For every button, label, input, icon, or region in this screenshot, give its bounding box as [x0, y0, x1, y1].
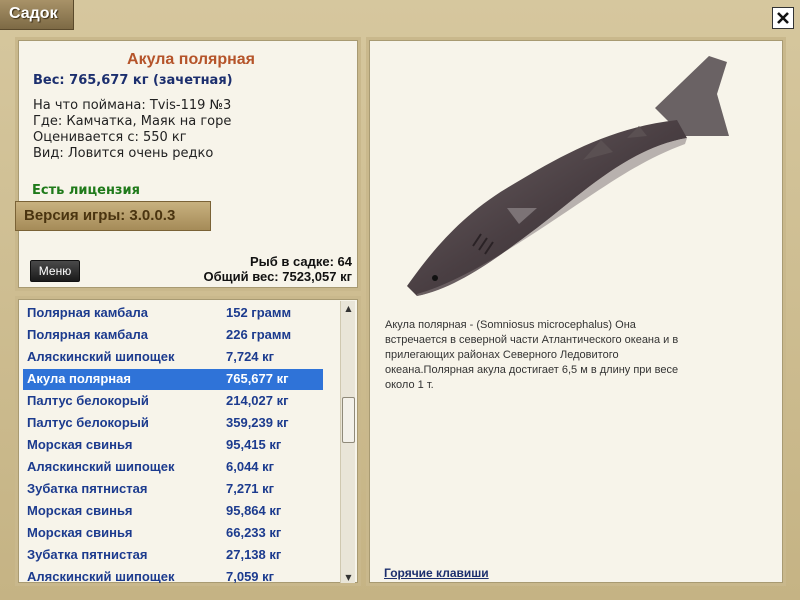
fish-row-weight: 214,027 кг: [226, 393, 289, 408]
fish-row-name: Морская свинья: [27, 503, 133, 518]
fish-row-weight: 7,724 кг: [226, 349, 275, 364]
fish-list-row[interactable]: Морская свинья 95,415 кг: [23, 435, 323, 456]
fish-title: Акула полярная: [127, 51, 255, 68]
fish-row-weight: 95,864 кг: [226, 503, 282, 518]
fish-row-weight: 7,059 кг: [226, 569, 275, 584]
fish-row-name: Аляскинский шипощек: [27, 459, 175, 474]
fish-row-name: Полярная камбала: [27, 305, 148, 320]
fish-row-name: Акула полярная: [27, 371, 131, 386]
description-line: Акула полярная - (Somniosus microcephalu…: [385, 319, 636, 331]
fish-row-name: Аляскинский шипощек: [27, 569, 175, 584]
fish-list-row[interactable]: Морская свинья 95,864 кг: [23, 501, 323, 522]
fish-description: Акула полярная - (Somniosus microcephalu…: [385, 318, 745, 393]
fish-row-weight: 6,044 кг: [226, 459, 275, 474]
fish-row-weight: 152 грамм: [226, 305, 292, 320]
fish-list-row[interactable]: Полярная камбала 152 грамм: [23, 303, 323, 324]
fish-detail-panel: Акула полярная - (Somniosus microcephalu…: [366, 37, 786, 586]
fish-row-name: Морская свинья: [27, 525, 133, 540]
list-scrollbar[interactable]: ▲ ▼: [340, 301, 356, 583]
fish-weight: Вес: 765,677 кг (зачетная): [33, 73, 233, 88]
fish-list-row[interactable]: Аляскинский шипощек 6,044 кг: [23, 457, 323, 478]
window-title: Садок: [0, 0, 74, 30]
fish-list-row[interactable]: Палтус белокорый 214,027 кг: [23, 391, 323, 412]
fish-row-weight: 7,271 кг: [226, 481, 275, 496]
hotkeys-link[interactable]: Горячие клавиши: [384, 566, 489, 580]
scroll-down-arrow-icon[interactable]: ▼: [341, 570, 356, 583]
scrollbar-thumb[interactable]: [342, 397, 355, 443]
license-status: Есть лицензия: [32, 183, 140, 198]
description-line: встречается в северной части Атлантическ…: [385, 334, 679, 346]
fish-list-row[interactable]: Аляскинский шипощек 7,724 кг: [23, 347, 323, 368]
fish-list-row[interactable]: Аляскинский шипощек 7,059 кг: [23, 567, 323, 584]
description-line: около 1 т.: [385, 379, 434, 391]
fish-list-row[interactable]: Зубатка пятнистая 7,271 кг: [23, 479, 323, 500]
fish-list-row[interactable]: Акула полярная 765,677 кг: [23, 369, 323, 390]
fish-row-name: Палтус белокорый: [27, 415, 149, 430]
fish-row-name: Зубатка пятнистая: [27, 547, 148, 562]
fish-row-name: Морская свинья: [27, 437, 133, 452]
description-line: океана.Полярная акула достигает 6,5 м в …: [385, 364, 679, 376]
fish-row-name: Зубатка пятнистая: [27, 481, 148, 496]
fish-row-name: Аляскинский шипощек: [27, 349, 175, 364]
menu-button[interactable]: Меню: [30, 260, 80, 282]
fish-list-row[interactable]: Зубатка пятнистая 27,138 кг: [23, 545, 323, 566]
catch-info-panel: Акула полярная Вес: 765,677 кг (зачетная…: [15, 37, 361, 291]
greenland-shark-image: [407, 56, 729, 296]
sadok-window: Садок Акула полярная Вес: 765,677 кг (за…: [0, 0, 800, 600]
fish-row-weight: 226 грамм: [226, 327, 292, 342]
fish-row-weight: 765,677 кг: [226, 371, 289, 386]
fish-list-row[interactable]: Морская свинья 66,233 кг: [23, 523, 323, 544]
fish-row-weight: 95,415 кг: [226, 437, 282, 452]
fish-row-name: Палтус белокорый: [27, 393, 149, 408]
close-icon: [777, 12, 789, 24]
close-button[interactable]: [772, 7, 794, 29]
fish-list-row[interactable]: Палтус белокорый 359,239 кг: [23, 413, 323, 434]
species-rarity: Вид: Ловится очень редко: [33, 146, 214, 161]
description-line: прилегающих районах Северного Ледовитого: [385, 349, 619, 361]
scroll-up-arrow-icon[interactable]: ▲: [341, 301, 356, 316]
fish-list-row[interactable]: Полярная камбала 226 грамм: [23, 325, 323, 346]
fish-count: Рыб в садке: 64: [249, 254, 352, 269]
catch-location: Где: Камчатка, Маяк на горе: [33, 114, 232, 129]
fish-list[interactable]: Полярная камбала 152 грамм Полярная камбал…: [15, 296, 361, 586]
fish-row-weight: 359,239 кг: [226, 415, 289, 430]
fish-row-weight: 66,233 кг: [226, 525, 282, 540]
game-version-badge: Версия игры: 3.0.0.3: [15, 201, 211, 231]
caught-with: На что поймана: Tvis-119 №3: [33, 98, 232, 113]
fish-row-weight: 27,138 кг: [226, 547, 282, 562]
total-weight: Общий вес: 7523,057 кг: [203, 269, 352, 284]
fish-row-name: Полярная камбала: [27, 327, 148, 342]
valued-from: Оценивается с: 550 кг: [33, 130, 187, 145]
